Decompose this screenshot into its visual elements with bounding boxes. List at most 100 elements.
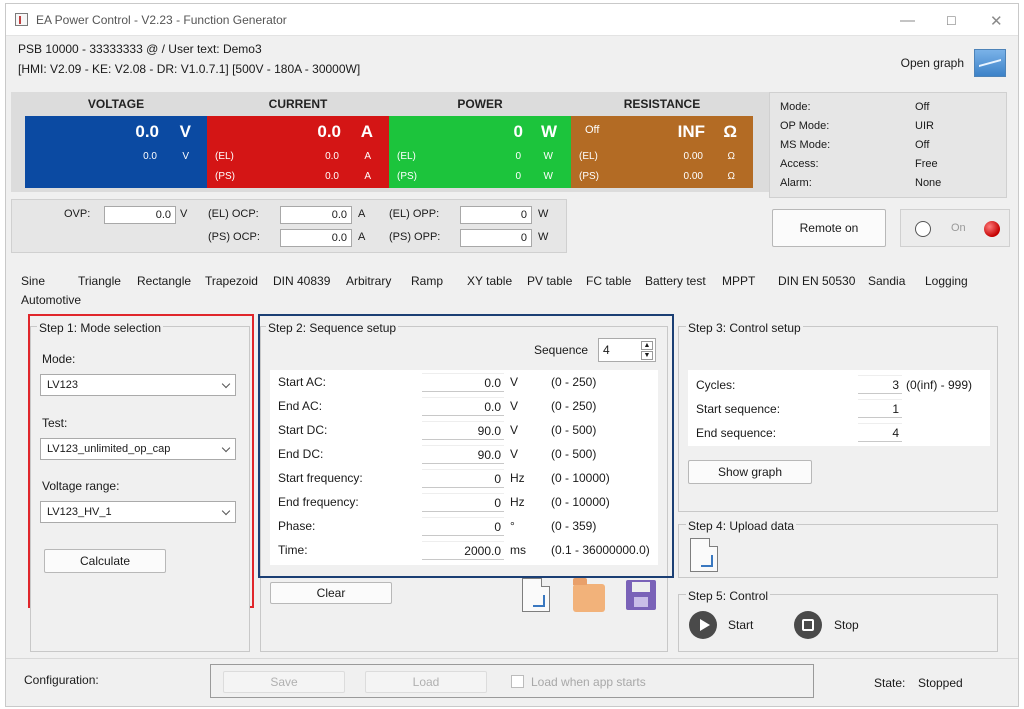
row-unit: Hz bbox=[510, 495, 525, 509]
start-ac-input[interactable]: 0.0 bbox=[422, 373, 504, 392]
mode-select[interactable]: LV123 bbox=[40, 374, 236, 396]
power-display: 0 W (EL) 0 W (PS) 0 W bbox=[389, 116, 571, 188]
minimize-button[interactable]: — bbox=[900, 12, 915, 29]
time-input[interactable]: 2000.0 bbox=[422, 541, 504, 560]
save-button[interactable]: Save bbox=[223, 671, 345, 693]
spinner-down-icon[interactable]: ▼ bbox=[641, 351, 653, 360]
row-range: (0 - 250) bbox=[551, 399, 597, 413]
el-ocp-unit: A bbox=[358, 208, 366, 220]
on-radio-icon[interactable] bbox=[915, 221, 931, 237]
ps-opp-field[interactable]: 0 bbox=[460, 229, 532, 247]
status-key-alarm: Alarm: bbox=[780, 177, 812, 189]
power-el-unit: W bbox=[543, 151, 553, 162]
remote-on-button[interactable]: Remote on bbox=[772, 209, 886, 247]
test-select-value: LV123_unlimited_op_cap bbox=[47, 443, 171, 455]
load-button[interactable]: Load bbox=[365, 671, 487, 693]
table-row: Time: 2000.0 ms (0.1 - 36000000.0) bbox=[270, 539, 658, 563]
tab-xy-table[interactable]: XY table bbox=[467, 271, 512, 291]
end-ac-input[interactable]: 0.0 bbox=[422, 397, 504, 416]
start-button[interactable] bbox=[689, 611, 717, 639]
start-dc-input[interactable]: 90.0 bbox=[422, 421, 504, 440]
tab-mppt[interactable]: MPPT bbox=[722, 271, 755, 291]
maximize-button[interactable]: ☐ bbox=[946, 14, 957, 28]
tab-din-40839[interactable]: DIN 40839 bbox=[273, 271, 330, 291]
tab-fc-table[interactable]: FC table bbox=[586, 271, 631, 291]
sequence-spinner[interactable]: 4 ▲ ▼ bbox=[598, 338, 656, 362]
load-on-start-checkbox[interactable] bbox=[511, 675, 524, 688]
on-label: On bbox=[951, 222, 966, 234]
load-on-start-label: Load when app starts bbox=[531, 675, 646, 689]
open-graph-button[interactable]: Open graph bbox=[901, 49, 1006, 77]
tab-arbitrary[interactable]: Arbitrary bbox=[346, 271, 391, 291]
start-frequency-input[interactable]: 0 bbox=[422, 469, 504, 488]
upload-file-icon[interactable] bbox=[690, 538, 718, 572]
row-label: End frequency: bbox=[278, 495, 359, 509]
resistance-value: INF bbox=[677, 122, 705, 141]
import-file-icon[interactable] bbox=[522, 578, 550, 612]
el-ocp-field[interactable]: 0.0 bbox=[280, 206, 352, 224]
row-label: End AC: bbox=[278, 399, 323, 413]
tab-sine[interactable]: Sine bbox=[21, 271, 45, 291]
ovp-label: OVP: bbox=[64, 208, 91, 220]
stop-button[interactable] bbox=[794, 611, 822, 639]
row-range: (0 - 359) bbox=[551, 519, 597, 533]
start-sequence-input[interactable]: 1 bbox=[858, 399, 902, 418]
sequence-table: Start AC: 0.0 V (0 - 250) End AC: 0.0 V … bbox=[270, 370, 658, 565]
tab-logging[interactable]: Logging bbox=[925, 271, 968, 291]
tab-din-en-50530[interactable]: DIN EN 50530 bbox=[778, 271, 855, 291]
ovp-field[interactable]: 0.0 bbox=[104, 206, 176, 224]
row-range: (0 - 500) bbox=[551, 423, 597, 437]
table-row: Start AC: 0.0 V (0 - 250) bbox=[270, 371, 658, 395]
tab-triangle[interactable]: Triangle bbox=[78, 271, 121, 291]
row-range: (0 - 250) bbox=[551, 375, 597, 389]
end-frequency-input[interactable]: 0 bbox=[422, 493, 504, 512]
tab-trapezoid[interactable]: Trapezoid bbox=[205, 271, 258, 291]
status-value-access: Free bbox=[915, 158, 938, 170]
row-unit: V bbox=[510, 375, 519, 389]
resistance-el-tag: (EL) bbox=[579, 151, 598, 162]
current-ps-unit: A bbox=[364, 171, 371, 182]
status-key-ms-mode: MS Mode: bbox=[780, 139, 831, 151]
el-opp-field[interactable]: 0 bbox=[460, 206, 532, 224]
control-table: Cycles: 3 (0(inf) - 999) Start sequence:… bbox=[688, 370, 990, 446]
status-value-mode: Off bbox=[915, 101, 930, 113]
close-button[interactable]: ✕ bbox=[990, 12, 1003, 30]
phase-input[interactable]: 0 bbox=[422, 517, 504, 536]
end-sequence-input[interactable]: 4 bbox=[858, 423, 902, 442]
footer-divider bbox=[6, 658, 1018, 659]
save-icon[interactable] bbox=[626, 580, 656, 610]
tab-battery-test[interactable]: Battery test bbox=[645, 271, 706, 291]
clear-button[interactable]: Clear bbox=[270, 582, 392, 604]
tab-rectangle[interactable]: Rectangle bbox=[137, 271, 191, 291]
power-unit: W bbox=[540, 122, 557, 141]
status-key-op-mode: OP Mode: bbox=[780, 120, 830, 132]
end-dc-input[interactable]: 90.0 bbox=[422, 445, 504, 464]
configuration-group: Save Load Load when app starts bbox=[210, 664, 814, 698]
start-sequence-label: Start sequence: bbox=[696, 402, 781, 416]
row-unit: V bbox=[510, 447, 519, 461]
tab-ramp[interactable]: Ramp bbox=[411, 271, 443, 291]
row-range: (0 - 10000) bbox=[551, 495, 610, 509]
status-panel: Mode: Off OP Mode: UIR MS Mode: Off Acce… bbox=[769, 92, 1007, 198]
cycles-input[interactable]: 3 bbox=[858, 375, 902, 394]
calculate-button[interactable]: Calculate bbox=[44, 549, 166, 573]
resistance-el-unit: Ω bbox=[727, 151, 735, 162]
info-line: [HMI: V2.09 - KE: V2.08 - DR: V1.0.7.1] … bbox=[18, 62, 361, 76]
tab-automotive[interactable]: Automotive bbox=[21, 290, 82, 310]
show-graph-button[interactable]: Show graph bbox=[688, 460, 812, 484]
tab-sandia[interactable]: Sandia bbox=[868, 271, 905, 291]
graph-icon bbox=[974, 49, 1006, 77]
ps-ocp-field[interactable]: 0.0 bbox=[280, 229, 352, 247]
mode-label: Mode: bbox=[42, 352, 76, 366]
tab-pv-table[interactable]: PV table bbox=[527, 271, 572, 291]
test-select[interactable]: LV123_unlimited_op_cap bbox=[40, 438, 236, 460]
ps-opp-unit: W bbox=[538, 231, 549, 243]
row-unit: Hz bbox=[510, 471, 525, 485]
folder-icon[interactable] bbox=[573, 578, 605, 612]
current-el-value: 0.0 bbox=[325, 151, 339, 162]
spinner-up-icon[interactable]: ▲ bbox=[641, 341, 653, 350]
resistance-heading: RESISTANCE bbox=[571, 92, 753, 116]
voltage-range-select[interactable]: LV123_HV_1 bbox=[40, 501, 236, 523]
row-unit: V bbox=[510, 423, 519, 437]
title-bar: EA Power Control - V2.23 - Function Gene… bbox=[6, 4, 1018, 36]
